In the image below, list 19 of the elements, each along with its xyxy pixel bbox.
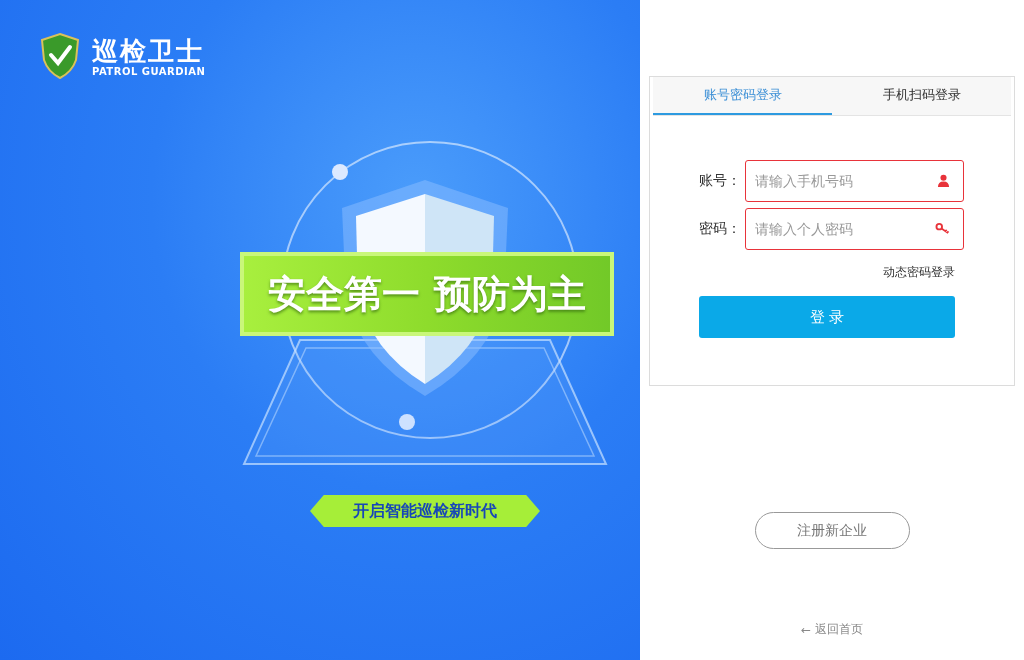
field-label: 密码：: [699, 220, 742, 238]
home-link[interactable]: 返回首页: [815, 621, 864, 638]
key-icon: [935, 222, 950, 235]
login-tab[interactable]: 手机扫码登录: [832, 77, 1011, 115]
dynamic-password-link[interactable]: 动态密码登录: [883, 264, 955, 281]
brand-subtitle: PATROL GUARDIAN: [92, 65, 206, 77]
brand-name: 巡检卫士: [92, 35, 205, 66]
login-button[interactable]: 登 录: [699, 296, 955, 338]
slogan-text: 预防为主: [434, 270, 586, 318]
tagline-ribbon: 开启智能巡检新时代: [310, 495, 540, 527]
arrow-left-icon: ←: [800, 622, 812, 637]
field-label: 账号：: [699, 172, 742, 190]
shield-check-icon: [40, 32, 80, 80]
user-icon: [937, 174, 950, 187]
register-button[interactable]: 注册新企业: [754, 512, 910, 549]
input-field[interactable]: 请输入手机号码: [745, 160, 964, 202]
slogan-text: 安全第一: [268, 270, 420, 318]
login-tab[interactable]: 账号密码登录: [653, 77, 832, 115]
input-field[interactable]: 请输入个人密码: [745, 208, 964, 250]
